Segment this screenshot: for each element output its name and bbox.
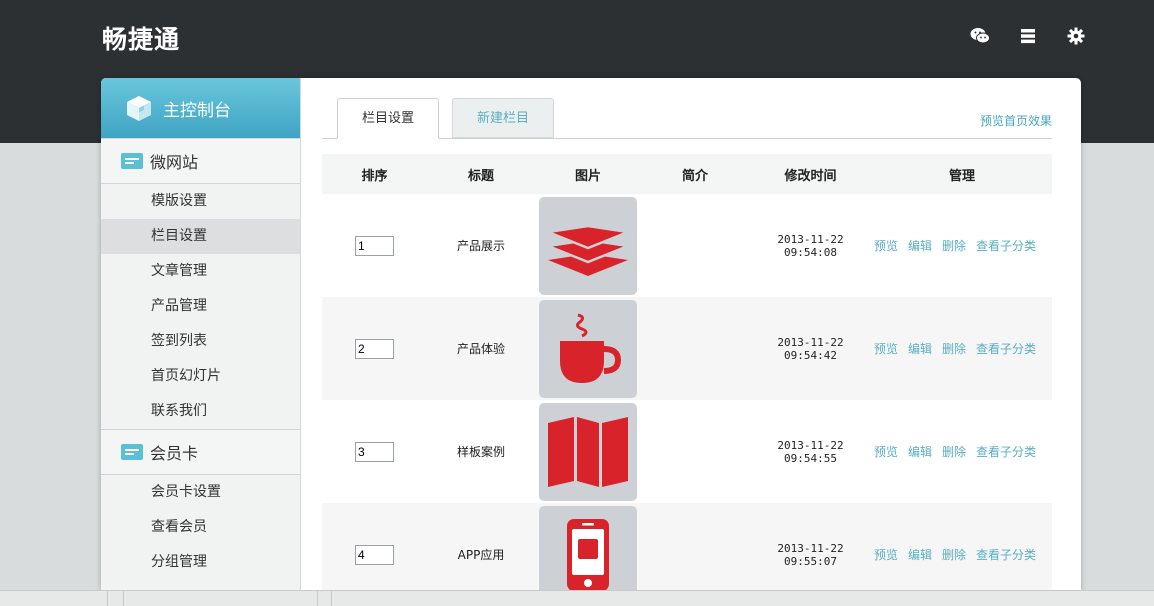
tab-bar: 栏目设置 新建栏目 bbox=[322, 98, 1052, 139]
view-subcategories-link[interactable]: 查看子分类 bbox=[976, 239, 1036, 253]
order-input[interactable] bbox=[355, 338, 394, 359]
row-modified-time: 2013-11-22 09:54:42 bbox=[749, 297, 872, 400]
table-row: APP应用 2013-11-22 09:55:07 预览编辑删除查看子分类 bbox=[322, 503, 1052, 590]
coffee-cup-icon bbox=[539, 299, 637, 398]
sidebar-item-card-settings[interactable]: 会员卡设置 bbox=[101, 475, 300, 510]
row-intro bbox=[641, 400, 749, 503]
tab-column-settings[interactable]: 栏目设置 bbox=[337, 98, 439, 139]
sidebar-item-group-management[interactable]: 分组管理 bbox=[101, 545, 300, 580]
row-modified-time: 2013-11-22 09:54:55 bbox=[749, 400, 872, 503]
row-title: 产品体验 bbox=[427, 297, 535, 400]
row-title: APP应用 bbox=[427, 503, 535, 590]
sidebar-item-contact[interactable]: 联系我们 bbox=[101, 394, 300, 429]
sidebar-group-label: 会员卡 bbox=[150, 444, 199, 463]
table-row: 样板案例 2013-11-22 09:54:55 预览编辑删除查看子分类 bbox=[322, 400, 1052, 503]
sidebar-item-articles[interactable]: 文章管理 bbox=[101, 254, 300, 289]
table-row: 产品体验 2013-11-22 09:54:42 预览编辑删除查看子分类 bbox=[322, 297, 1052, 400]
edit-link[interactable]: 编辑 bbox=[908, 342, 932, 356]
header-intro: 简介 bbox=[641, 154, 749, 194]
order-input[interactable] bbox=[355, 544, 394, 565]
header-modified-time: 修改时间 bbox=[749, 154, 872, 194]
row-actions: 预览 编辑 删除 查看子分类 bbox=[872, 400, 1052, 503]
folded-map-icon bbox=[539, 402, 637, 501]
order-input[interactable] bbox=[355, 235, 394, 256]
header-manage: 管理 bbox=[872, 154, 1052, 194]
row-intro bbox=[641, 503, 749, 590]
sidebar-item-products[interactable]: 产品管理 bbox=[101, 289, 300, 324]
console-button[interactable]: 主控制台 bbox=[101, 78, 300, 138]
menu-list-icon[interactable] bbox=[1018, 26, 1038, 46]
sidebar-item-column-settings[interactable]: 栏目设置 bbox=[101, 219, 300, 254]
table-header-row: 排序 标题 图片 简介 修改时间 管理 bbox=[322, 154, 1052, 194]
status-segment bbox=[124, 591, 318, 606]
status-segment bbox=[318, 591, 332, 606]
console-label: 主控制台 bbox=[163, 100, 231, 121]
sidebar-item-template[interactable]: 模版设置 bbox=[101, 184, 300, 219]
header-title: 标题 bbox=[427, 154, 535, 194]
table-row: 产品展示 2013-11-22 09:54:08 预览编辑删除查看子分类 bbox=[322, 194, 1052, 297]
delete-link[interactable]: 删除 bbox=[942, 342, 966, 356]
preview-link[interactable]: 预览 bbox=[874, 239, 898, 253]
row-intro bbox=[641, 297, 749, 400]
edit-link[interactable]: 编辑 bbox=[908, 548, 932, 562]
view-subcategories-link[interactable]: 查看子分类 bbox=[976, 445, 1036, 459]
view-subcategories-link[interactable]: 查看子分类 bbox=[976, 342, 1036, 356]
row-modified-time: 2013-11-22 09:54:08 bbox=[749, 194, 872, 297]
edit-link[interactable]: 编辑 bbox=[908, 445, 932, 459]
bottom-status-bar bbox=[0, 590, 1154, 606]
sidebar-group-label: 微网站 bbox=[150, 153, 199, 172]
sidebar-item-home-slides[interactable]: 首页幻灯片 bbox=[101, 359, 300, 394]
preview-link[interactable]: 预览 bbox=[874, 548, 898, 562]
top-icon-bar bbox=[970, 26, 1086, 46]
sidebar: 主控制台 微网站 模版设置 栏目设置 文章管理 产品管理 签到列表 首页幻灯片 … bbox=[101, 78, 301, 590]
view-subcategories-link[interactable]: 查看子分类 bbox=[976, 548, 1036, 562]
row-actions: 预览 编辑 删除 查看子分类 bbox=[872, 194, 1052, 297]
row-title: 产品展示 bbox=[427, 194, 535, 297]
row-title: 样板案例 bbox=[427, 400, 535, 503]
status-segment bbox=[108, 591, 124, 606]
preview-home-link[interactable]: 预览首页效果 bbox=[980, 112, 1052, 129]
layers-icon bbox=[539, 196, 637, 295]
row-intro bbox=[641, 194, 749, 297]
tab-new-column[interactable]: 新建栏目 bbox=[452, 98, 554, 138]
sidebar-group-micro-site[interactable]: 微网站 bbox=[101, 138, 300, 184]
header-image: 图片 bbox=[535, 154, 641, 194]
group-icon bbox=[121, 153, 143, 169]
wechat-icon[interactable] bbox=[970, 26, 990, 46]
delete-link[interactable]: 删除 bbox=[942, 239, 966, 253]
sidebar-item-checkin-list[interactable]: 签到列表 bbox=[101, 324, 300, 359]
order-input[interactable] bbox=[355, 441, 394, 462]
content-area: 栏目设置 新建栏目 预览首页效果 排序 标题 图片 简介 修改时间 管理 1 产… bbox=[322, 78, 1052, 590]
mobile-phone-icon bbox=[539, 505, 637, 590]
row-actions: 预览 编辑 删除 查看子分类 bbox=[872, 503, 1052, 590]
app-title: 畅捷通 bbox=[102, 25, 181, 54]
sidebar-item-view-members[interactable]: 查看会员 bbox=[101, 510, 300, 545]
row-actions: 预览 编辑 删除 查看子分类 bbox=[872, 297, 1052, 400]
delete-link[interactable]: 删除 bbox=[942, 548, 966, 562]
columns-table: 排序 标题 图片 简介 修改时间 管理 产品展示 2013-11-22 09:5… bbox=[322, 154, 1052, 590]
status-segment bbox=[0, 591, 108, 606]
edit-link[interactable]: 编辑 bbox=[908, 239, 932, 253]
row-modified-time: 2013-11-22 09:55:07 bbox=[749, 503, 872, 590]
sidebar-group-member-card[interactable]: 会员卡 bbox=[101, 429, 300, 475]
gear-icon[interactable] bbox=[1066, 26, 1086, 46]
main-panel: 主控制台 微网站 模版设置 栏目设置 文章管理 产品管理 签到列表 首页幻灯片 … bbox=[101, 78, 1081, 590]
header-order: 排序 bbox=[322, 154, 427, 194]
group-icon bbox=[121, 444, 143, 460]
preview-link[interactable]: 预览 bbox=[874, 445, 898, 459]
preview-link[interactable]: 预览 bbox=[874, 342, 898, 356]
delete-link[interactable]: 删除 bbox=[942, 445, 966, 459]
cube-icon bbox=[127, 96, 151, 121]
